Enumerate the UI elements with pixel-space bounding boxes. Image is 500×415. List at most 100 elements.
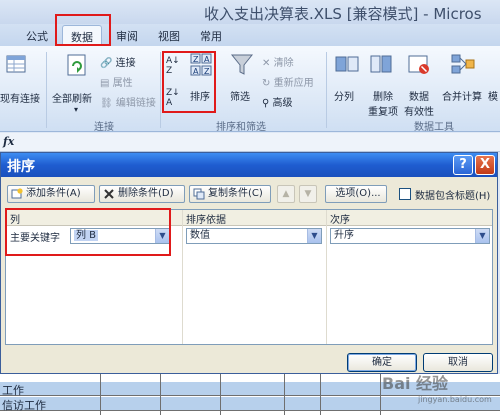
svg-text:A: A bbox=[193, 67, 199, 76]
sort-dialog: 排序 ? X 添加条件(A) 删除条件(D) 复制条件(C) ▲ ▼ 选项(O)… bbox=[0, 152, 498, 374]
sort-icon: Z A A Z bbox=[190, 53, 212, 76]
order-value: 升序 bbox=[334, 230, 354, 241]
svg-text:Z: Z bbox=[204, 67, 210, 76]
consolidate-label: 合并计算 bbox=[442, 92, 482, 103]
tab-formulas[interactable]: 公式 bbox=[26, 28, 48, 44]
funnel-icon bbox=[230, 54, 254, 75]
dialog-title-bar: 排序 ? X bbox=[1, 153, 497, 177]
clear-button[interactable]: ✕ 清除 bbox=[262, 54, 294, 70]
tab-data[interactable]: 数据 bbox=[62, 25, 102, 47]
sort-descending-button[interactable]: Z↓ A bbox=[166, 88, 180, 108]
text-to-columns-button[interactable]: 分列 bbox=[334, 52, 360, 103]
consolidate-button[interactable]: 合并计算 bbox=[442, 52, 482, 103]
remove-duplicates-label-1: 删除 bbox=[373, 92, 393, 103]
add-level-label: 添加条件(A) bbox=[26, 188, 81, 199]
group-label-connections: 连接 bbox=[94, 122, 114, 133]
sort-ascending-button[interactable]: A↓ Z bbox=[166, 56, 180, 76]
sort-level-row: 主要关键字 列 B ▼ 数值 ▼ 升序 ▼ bbox=[6, 227, 492, 245]
delete-level-icon bbox=[104, 189, 114, 199]
copy-level-button[interactable]: 复制条件(C) bbox=[189, 185, 271, 203]
order-select[interactable]: 升序 ▼ bbox=[330, 228, 490, 244]
ribbon: 现有连接 全部刷新 ▾ 🔗 连接 ▤ 属性 ⛓ 编辑链接 连接 A↓ Z Z↓ A bbox=[0, 46, 500, 133]
cell-border bbox=[100, 374, 101, 415]
data-validation-label-1: 数据 bbox=[409, 92, 429, 103]
data-validation-label-2: 有效性 bbox=[404, 107, 434, 118]
link-icon: 🔗 bbox=[100, 57, 113, 69]
remove-duplicates-label-2: 重复项 bbox=[368, 107, 398, 118]
dialog-title: 排序 bbox=[7, 159, 35, 175]
chevron-down-icon: ▼ bbox=[475, 229, 489, 243]
tab-common[interactable]: 常用 bbox=[200, 28, 222, 44]
add-level-button[interactable]: 添加条件(A) bbox=[7, 185, 95, 203]
header-column: 列 bbox=[10, 215, 20, 226]
cell-border bbox=[320, 374, 321, 415]
sort-label: 排序 bbox=[190, 92, 210, 103]
connections-label: 连接 bbox=[115, 58, 136, 69]
whatif-analysis-button[interactable]: 模 bbox=[488, 88, 498, 103]
properties-button[interactable]: ▤ 属性 bbox=[100, 74, 133, 90]
refresh-all-button[interactable]: 全部刷新 ▾ bbox=[52, 52, 92, 114]
ribbon-separator bbox=[46, 52, 47, 128]
formula-bar: fx bbox=[0, 133, 500, 152]
reapply-button[interactable]: ↻ 重新应用 bbox=[262, 74, 314, 90]
connections-button[interactable]: 🔗 连接 bbox=[100, 54, 136, 70]
cell-border bbox=[220, 374, 221, 415]
watermark-url: jingyan.baidu.com bbox=[418, 395, 492, 404]
text-to-columns-label: 分列 bbox=[334, 92, 354, 103]
columns-icon bbox=[335, 56, 359, 72]
filter-label: 筛选 bbox=[230, 92, 250, 103]
copy-level-icon bbox=[193, 188, 205, 200]
reapply-label: 重新应用 bbox=[273, 78, 314, 89]
svg-text:A: A bbox=[204, 55, 210, 64]
advanced-button[interactable]: ⚲ 高级 bbox=[262, 94, 293, 110]
function-icon[interactable]: fx bbox=[3, 135, 14, 148]
delete-level-label: 删除条件(D) bbox=[118, 188, 174, 199]
refresh-all-label: 全部刷新 bbox=[52, 94, 92, 105]
cell-text: 信访工作 bbox=[2, 399, 46, 412]
reapply-icon: ↻ bbox=[262, 77, 271, 89]
sort-button[interactable]: Z A A Z 排序 bbox=[190, 52, 212, 103]
chevron-down-icon: ▼ bbox=[307, 229, 321, 243]
copy-level-label: 复制条件(C) bbox=[208, 188, 263, 199]
clear-filter-icon: ✕ bbox=[262, 57, 271, 69]
sort-za-icon: Z↓ A bbox=[166, 88, 180, 108]
svg-text:Z: Z bbox=[193, 55, 199, 64]
cell-border bbox=[160, 374, 161, 415]
remove-duplicates-icon bbox=[370, 55, 392, 73]
filter-button[interactable]: 筛选 bbox=[230, 52, 254, 103]
group-label-data-tools: 数据工具 bbox=[414, 122, 454, 133]
primary-key-label: 主要关键字 bbox=[10, 233, 60, 244]
watermark-logo: Bai 经验 bbox=[382, 374, 449, 393]
move-up-button[interactable]: ▲ bbox=[277, 185, 295, 203]
move-down-button[interactable]: ▼ bbox=[299, 185, 317, 203]
column-select-value: 列 B bbox=[74, 230, 99, 241]
advanced-filter-icon: ⚲ bbox=[262, 97, 270, 109]
help-button[interactable]: ? bbox=[453, 155, 473, 175]
edit-links-label: 编辑链接 bbox=[115, 98, 156, 109]
column-select[interactable]: 列 B ▼ bbox=[70, 228, 170, 244]
existing-connections-button[interactable]: 现有连接 bbox=[0, 52, 40, 105]
sort-on-select[interactable]: 数值 ▼ bbox=[186, 228, 322, 244]
remove-duplicates-button[interactable]: 删除 重复项 bbox=[368, 52, 398, 118]
properties-label: 属性 bbox=[112, 78, 133, 89]
advanced-label: 高级 bbox=[272, 98, 293, 109]
group-label-sort-filter: 排序和筛选 bbox=[216, 122, 266, 133]
options-button[interactable]: 选项(O)... bbox=[325, 185, 387, 203]
has-headers-label: 数据包含标题(H) bbox=[415, 191, 491, 202]
tab-view[interactable]: 视图 bbox=[158, 28, 180, 44]
cell-border bbox=[380, 374, 381, 415]
close-button[interactable]: X bbox=[475, 155, 495, 175]
clear-label: 清除 bbox=[273, 58, 294, 69]
ribbon-separator bbox=[326, 52, 327, 128]
sort-az-icon: A↓ Z bbox=[166, 56, 180, 76]
properties-icon: ▤ bbox=[100, 77, 110, 89]
has-headers-checkbox[interactable] bbox=[399, 188, 411, 200]
header-order: 次序 bbox=[330, 215, 350, 226]
tab-review[interactable]: 审阅 bbox=[116, 28, 138, 44]
data-validation-button[interactable]: 数据 有效性 bbox=[404, 52, 434, 118]
add-level-icon bbox=[11, 188, 23, 199]
delete-level-button[interactable]: 删除条件(D) bbox=[99, 185, 185, 203]
refresh-icon bbox=[67, 54, 86, 76]
edit-links-button[interactable]: ⛓ 编辑链接 bbox=[100, 94, 156, 110]
sort-levels-grid: 列 排序依据 次序 主要关键字 列 B ▼ 数值 ▼ 升序 ▼ bbox=[5, 209, 493, 345]
